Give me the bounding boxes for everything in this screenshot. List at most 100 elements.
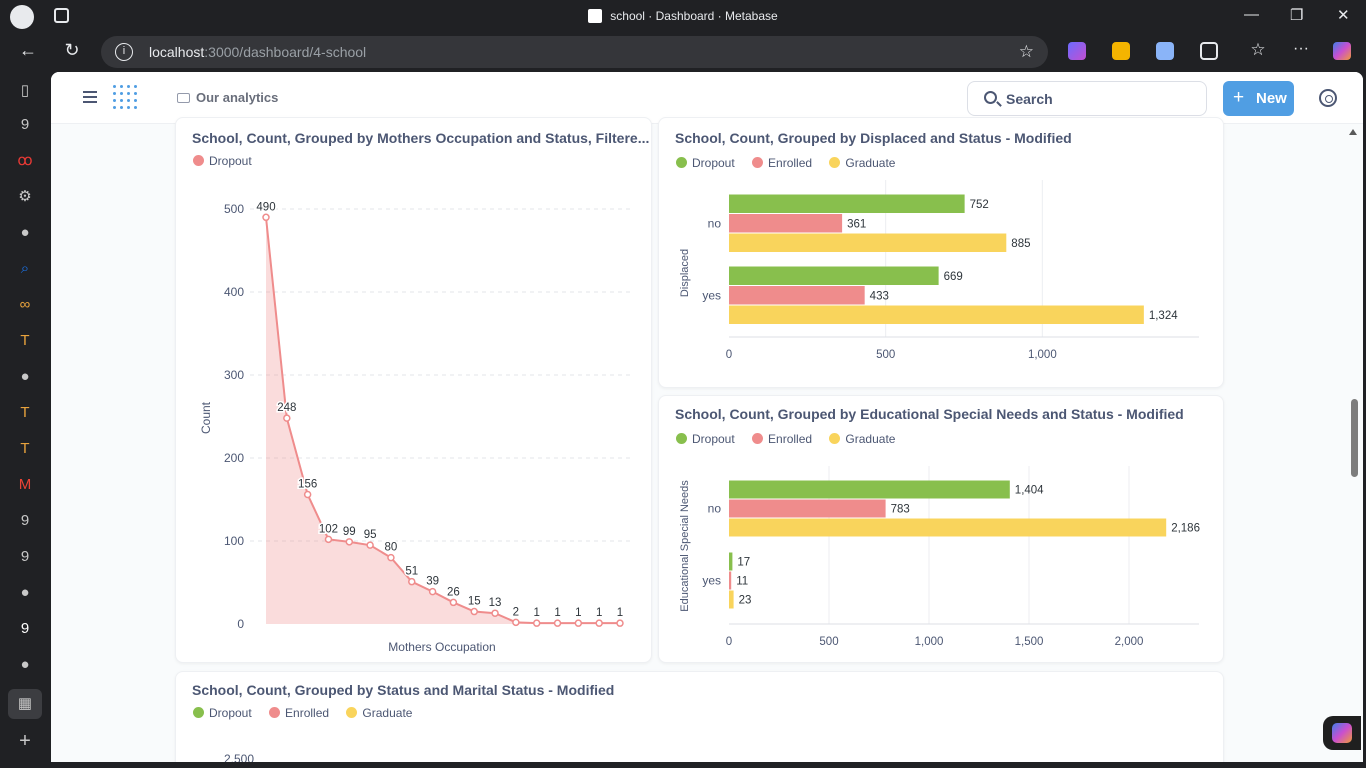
github-icon[interactable]: ●: [15, 367, 35, 387]
data-point: [408, 577, 416, 586]
more-menu-icon[interactable]: ···: [1289, 40, 1313, 58]
extension-icon[interactable]: [1068, 42, 1086, 60]
sidebar-app-icon[interactable]: T: [15, 439, 35, 459]
data-label: 23: [739, 595, 752, 607]
sidebar-add-icon[interactable]: +: [15, 731, 35, 751]
github-icon[interactable]: ●: [15, 655, 35, 675]
extensions-puzzle-icon[interactable]: [1200, 42, 1218, 60]
back-icon[interactable]: ←: [16, 40, 40, 61]
data-label: 80: [385, 542, 398, 554]
sidebar-panel-icon[interactable]: ▯: [15, 81, 35, 101]
bookmark-star-icon[interactable]: ☆: [1019, 42, 1034, 62]
legend-item-dropout[interactable]: Dropout: [193, 706, 252, 720]
data-label: 490: [256, 201, 275, 213]
sidebar-app-icon[interactable]: ⚙: [15, 187, 35, 207]
data-label: 783: [891, 504, 910, 516]
sidebar-app-icon[interactable]: ∞: [15, 295, 35, 315]
data-label: 99: [343, 526, 356, 538]
data-label: 15: [468, 596, 481, 608]
sidebar-app-icon[interactable]: 9: [15, 115, 35, 135]
y-tick-label: 300: [224, 368, 244, 382]
data-label: 156: [298, 479, 317, 491]
y-tick-label: 500: [224, 202, 244, 216]
scrollbar-thumb[interactable]: [1351, 399, 1358, 477]
plus-icon: +: [1233, 87, 1245, 108]
folder-icon: [177, 93, 190, 103]
bar-graduate: [729, 590, 734, 609]
github-icon[interactable]: ●: [15, 223, 35, 243]
sidebar-app-icon[interactable]: 9: [15, 547, 35, 567]
metabase-app: Our analytics Search + New School, Count,…: [51, 72, 1363, 762]
close-window-icon[interactable]: ✕: [1337, 6, 1350, 24]
card-displaced[interactable]: School, Count, Grouped by Displaced and …: [658, 117, 1224, 388]
browser-titlebar: school · Dashboard · Metabase — ❐ ✕: [0, 0, 1366, 32]
data-label: 1: [575, 607, 581, 619]
metabase-logo-icon[interactable]: [113, 85, 139, 111]
legend-dot: [193, 707, 204, 718]
copilot-icon[interactable]: [1333, 42, 1351, 60]
favorites-icon[interactable]: ☆: [1246, 40, 1270, 60]
legend-item-enrolled[interactable]: Enrolled: [269, 706, 329, 720]
search-input[interactable]: Search: [967, 81, 1207, 116]
y-category-label: yes: [702, 288, 721, 302]
data-point: [283, 414, 291, 422]
data-point: [449, 598, 458, 607]
site-info-icon[interactable]: i: [115, 43, 133, 61]
gmail-icon[interactable]: M: [15, 475, 35, 495]
new-button[interactable]: + New: [1223, 81, 1294, 116]
address-bar[interactable]: i localhost:3000/dashboard/4-school ☆: [101, 36, 1048, 68]
x-tick-label: 500: [876, 349, 895, 361]
extension-icon[interactable]: [1112, 42, 1130, 60]
data-point: [532, 619, 541, 627]
sidebar-app-icon[interactable]: ꝏ: [15, 151, 35, 171]
data-point: [366, 541, 374, 549]
bar-graduate: [729, 305, 1144, 324]
sidebar-metabase-icon[interactable]: ▦: [8, 689, 42, 719]
data-point: [512, 618, 520, 627]
data-label: 669: [944, 271, 963, 283]
bar-dropout: [729, 480, 1010, 499]
scroll-up-arrow-icon[interactable]: [1349, 129, 1357, 135]
reload-icon[interactable]: ↻: [60, 40, 84, 61]
x-tick-label: 500: [819, 636, 838, 648]
x-tick-label: 1,000: [1028, 349, 1057, 361]
minimize-icon[interactable]: —: [1244, 6, 1259, 23]
data-point: [553, 619, 562, 627]
sidebar-search-icon[interactable]: ⌕: [15, 259, 35, 279]
copilot-floating-button[interactable]: [1323, 716, 1361, 750]
y-category-label: no: [708, 502, 722, 516]
card-special-needs[interactable]: School, Count, Grouped by Educational Sp…: [658, 395, 1224, 663]
sidebar-app-icon[interactable]: T: [15, 331, 35, 351]
data-label: 1: [617, 607, 623, 619]
y-axis-label: Count: [199, 401, 213, 434]
card-title[interactable]: School, Count, Grouped by Status and Mar…: [192, 682, 614, 698]
url-text: localhost:3000/dashboard/4-school: [149, 44, 367, 60]
y-axis-label: Displaced: [679, 249, 691, 297]
y-category-label: no: [708, 216, 722, 230]
hamburger-menu-icon[interactable]: [83, 91, 97, 103]
search-icon: [984, 91, 997, 104]
bar-dropout: [729, 552, 733, 571]
browser-sidebar: ▯ 9 ꝏ ⚙ ● ⌕ ∞ T ● T T M 9 9 ● 9 ● ▦ +: [0, 72, 50, 768]
restore-icon[interactable]: ❐: [1290, 6, 1303, 24]
bar-enrolled: [729, 214, 843, 233]
legend-item-graduate[interactable]: Graduate: [346, 706, 412, 720]
card-marital-status[interactable]: School, Count, Grouped by Status and Mar…: [175, 671, 1224, 762]
data-point: [574, 619, 583, 627]
copilot-icon: [1332, 723, 1352, 743]
data-point: [345, 538, 354, 546]
data-point: [324, 535, 333, 544]
data-label: 248: [277, 402, 296, 414]
card-mothers-occupation[interactable]: School, Count, Grouped by Mothers Occupa…: [175, 117, 652, 663]
breadcrumb[interactable]: Our analytics: [177, 90, 278, 105]
extension-icon[interactable]: [1156, 42, 1174, 60]
sidebar-app-icon[interactable]: T: [15, 403, 35, 423]
data-label: 26: [447, 586, 460, 598]
github-icon[interactable]: ●: [15, 583, 35, 603]
settings-gear-icon[interactable]: [1319, 89, 1337, 107]
sidebar-app-icon[interactable]: 9: [15, 511, 35, 531]
data-label: 2,186: [1171, 523, 1200, 535]
data-label: 1: [534, 607, 540, 619]
x-tick-label: 1,000: [915, 636, 944, 648]
sidebar-app-icon[interactable]: 9: [15, 619, 35, 639]
